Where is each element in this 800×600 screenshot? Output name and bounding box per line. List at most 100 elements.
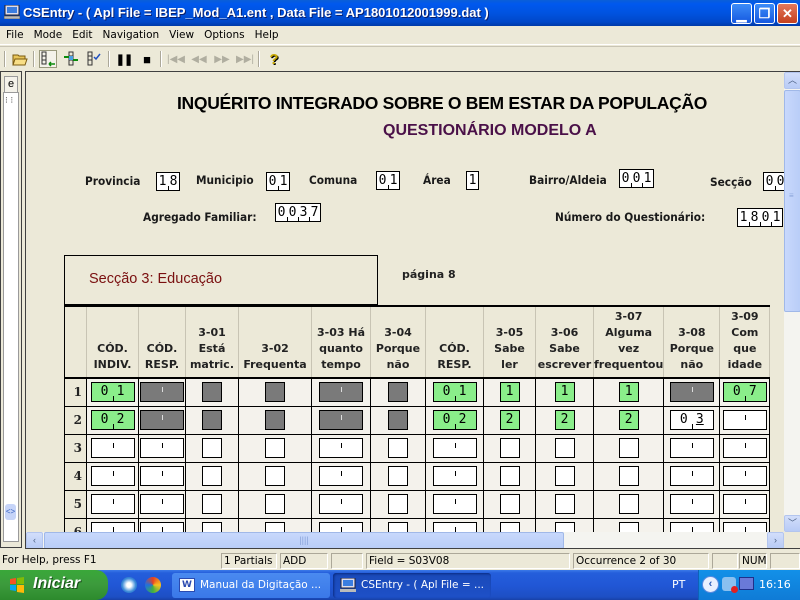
entry-field[interactable] <box>319 494 363 514</box>
entry-field[interactable] <box>618 438 639 458</box>
entry-field[interactable] <box>432 522 477 532</box>
start-button[interactable]: Iniciar <box>0 570 108 600</box>
menu-view[interactable]: View <box>163 26 198 41</box>
provincia-field[interactable]: 18 <box>156 172 180 191</box>
menu-edit[interactable]: Edit <box>66 26 96 41</box>
vertical-scrollbar[interactable]: ︿ ≡ ﹀ <box>784 72 800 532</box>
entry-field[interactable]: 1 <box>554 382 575 403</box>
entry-field[interactable]: 1 <box>618 382 639 403</box>
entry-field[interactable] <box>554 494 575 514</box>
entry-field[interactable] <box>319 466 363 486</box>
entry-field[interactable] <box>432 466 477 486</box>
menu-navigation[interactable]: Navigation <box>97 26 164 41</box>
panel-splitter-icon[interactable]: <> <box>5 504 16 520</box>
entry-field[interactable] <box>499 438 520 458</box>
clock[interactable]: 16:16 <box>759 578 791 591</box>
entry-field[interactable] <box>140 522 184 532</box>
bairro-field[interactable]: 001 <box>619 169 654 188</box>
entry-field[interactable] <box>319 522 363 532</box>
entry-field[interactable] <box>265 466 285 486</box>
media-player-quicklaunch-icon[interactable] <box>145 577 161 593</box>
entry-field[interactable] <box>202 466 222 486</box>
title-bar[interactable]: CSEntry - ( Apl File = IBEP_Mod_A1.ent ,… <box>0 0 800 26</box>
entry-field[interactable] <box>388 466 408 486</box>
next-button[interactable]: ▶▶ <box>213 50 231 68</box>
entry-field[interactable] <box>499 494 520 514</box>
horizontal-scroll-thumb[interactable]: |||| <box>44 532 564 548</box>
entry-field[interactable] <box>140 410 184 430</box>
scroll-up-button[interactable]: ︿ <box>784 72 800 89</box>
previous-button[interactable]: ◀◀ <box>190 50 208 68</box>
entry-field[interactable] <box>265 522 285 532</box>
entry-field[interactable] <box>90 438 135 458</box>
entry-field[interactable] <box>202 438 222 458</box>
entry-field[interactable] <box>554 438 575 458</box>
verify-mode-button[interactable] <box>85 50 103 68</box>
add-mode-button[interactable] <box>39 50 57 68</box>
scroll-right-button[interactable]: › <box>767 532 784 548</box>
entry-field[interactable] <box>669 382 714 403</box>
entry-field[interactable] <box>722 494 767 514</box>
open-button[interactable] <box>11 50 29 68</box>
entry-field[interactable] <box>499 466 520 486</box>
comuna-field[interactable]: 01 <box>376 171 400 190</box>
entry-field[interactable] <box>265 494 285 514</box>
entry-field[interactable] <box>499 522 520 532</box>
entry-field[interactable] <box>265 382 285 403</box>
tree-tab[interactable]: e <box>4 76 18 92</box>
entry-field[interactable] <box>90 466 135 486</box>
entry-field[interactable] <box>669 466 714 486</box>
menu-help[interactable]: Help <box>249 26 283 41</box>
stop-button[interactable]: ■ <box>138 50 156 68</box>
entry-field[interactable] <box>432 438 477 458</box>
entry-field[interactable] <box>202 522 222 532</box>
ie-quicklaunch-icon[interactable] <box>121 577 137 593</box>
language-indicator[interactable]: PT <box>672 578 685 591</box>
entry-field[interactable] <box>669 494 714 514</box>
entry-field[interactable] <box>388 522 408 532</box>
menu-mode[interactable]: Mode <box>28 26 67 41</box>
seccao-field[interactable]: 00 <box>763 172 784 191</box>
entry-field[interactable] <box>722 410 767 430</box>
entry-field[interactable] <box>265 410 285 430</box>
entry-field[interactable] <box>90 522 135 532</box>
menu-options[interactable]: Options <box>198 26 249 41</box>
entry-field[interactable]: 02 <box>90 410 135 430</box>
tree-node[interactable]: ⁝ ⁝ <box>5 95 13 106</box>
entry-field[interactable] <box>554 466 575 486</box>
entry-field[interactable] <box>319 382 363 403</box>
entry-field[interactable]: 2 <box>618 410 639 430</box>
entry-field[interactable] <box>669 438 714 458</box>
entry-field[interactable] <box>265 438 285 458</box>
entry-field[interactable] <box>202 410 222 430</box>
restore-button[interactable]: ❐ <box>754 3 775 24</box>
area-field[interactable]: 1 <box>466 171 479 190</box>
entry-field[interactable] <box>554 522 575 532</box>
task-csentry[interactable]: CSEntry - ( Apl File = ... <box>333 573 491 598</box>
entry-field[interactable]: 02 <box>432 410 477 430</box>
network-alert-icon[interactable] <box>722 577 738 593</box>
entry-field[interactable] <box>618 522 639 532</box>
entry-field[interactable] <box>388 382 408 403</box>
entry-field[interactable]: 01 <box>432 382 477 403</box>
entry-field[interactable] <box>319 410 363 430</box>
entry-field[interactable]: 2 <box>499 410 520 430</box>
horizontal-scrollbar[interactable]: ‹ |||| › <box>26 532 784 548</box>
scroll-down-button[interactable]: ﹀ <box>784 515 800 532</box>
entry-field[interactable] <box>388 494 408 514</box>
entry-field[interactable] <box>388 438 408 458</box>
vertical-scroll-thumb[interactable]: ≡ <box>784 90 800 312</box>
entry-field[interactable] <box>618 494 639 514</box>
entry-field[interactable] <box>722 522 767 532</box>
menu-file[interactable]: File <box>0 26 28 41</box>
entry-field[interactable] <box>140 494 184 514</box>
entry-field[interactable] <box>140 382 184 403</box>
entry-field[interactable] <box>140 466 184 486</box>
last-button[interactable]: ▶▶| <box>236 50 254 68</box>
entry-field[interactable] <box>722 466 767 486</box>
first-button[interactable]: |◀◀ <box>167 50 185 68</box>
modify-mode-button[interactable] <box>62 50 80 68</box>
minimize-button[interactable]: ▁ <box>731 3 752 24</box>
case-tree[interactable]: ⁝ ⁝ <box>3 92 19 542</box>
entry-field[interactable]: 01 <box>90 382 135 403</box>
